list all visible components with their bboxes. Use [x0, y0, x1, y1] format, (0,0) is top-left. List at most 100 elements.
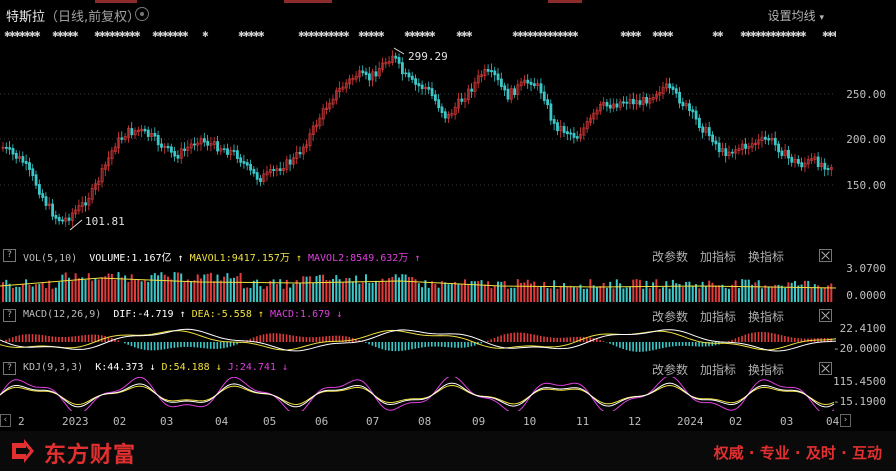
macd-bar	[384, 342, 387, 351]
event-marker: ✱	[429, 30, 436, 39]
volume-bar	[698, 288, 701, 302]
close-icon[interactable]	[819, 309, 832, 322]
volume-bar	[589, 279, 592, 302]
scroll-left-button[interactable]: ‹	[0, 414, 11, 427]
volume-bar	[153, 273, 156, 302]
date-label: 08	[418, 415, 432, 428]
volume-bar	[757, 280, 760, 302]
volume-bar	[120, 277, 123, 302]
event-marker: ✱	[134, 30, 141, 39]
volume-bar	[365, 274, 367, 302]
macd-bar	[209, 342, 212, 349]
params-button[interactable]: 改参数	[652, 310, 688, 324]
candlestick-chart[interactable]: ✱✱✱✱✱✱✱ ✱✱✱✱✱ ✱✱✱✱✱✱✱✱✱ ✱✱✱✱✱✱✱ ✱ ✱✱✱✱✱ ✱✱✱✱✱✱…	[0, 26, 836, 246]
params-button[interactable]: 改参数	[652, 363, 688, 377]
volume-bar	[394, 274, 397, 302]
add-indicator-button[interactable]: 加指标	[700, 310, 736, 324]
candle-body	[460, 98, 464, 102]
macd-bar	[18, 335, 21, 342]
candle-body	[8, 147, 12, 150]
volume-bar	[711, 282, 714, 302]
params-button[interactable]: 改参数	[652, 250, 688, 264]
macd-bar	[665, 342, 667, 348]
volume-bar	[506, 288, 509, 302]
candle-body	[249, 163, 253, 171]
arrow-up-icon: ↑	[179, 309, 186, 320]
candle-body	[120, 137, 124, 140]
volume-bar	[355, 275, 358, 302]
candle-body	[493, 70, 497, 76]
macd-bar	[655, 342, 657, 350]
macd-bar	[635, 342, 638, 352]
candle-body	[67, 217, 71, 221]
volume-bar	[761, 288, 763, 302]
candle-body	[767, 138, 771, 141]
candle-body	[417, 83, 421, 87]
add-indicator-button[interactable]: 加指标	[700, 363, 736, 377]
macd-bar	[490, 339, 492, 342]
macd-bar	[404, 342, 407, 351]
candle-body	[430, 88, 434, 96]
arrow-up-icon: ↑	[257, 309, 264, 320]
candle-body	[532, 83, 536, 86]
ma-setting-button[interactable]: 设置均线 ▾	[768, 7, 824, 24]
volume-bar	[503, 281, 506, 302]
add-indicator-button[interactable]: 加指标	[700, 250, 736, 264]
volume-bar	[401, 274, 404, 302]
macd-bar	[737, 337, 740, 342]
candle-body	[730, 151, 734, 154]
macd-bar	[401, 342, 403, 351]
candle-body	[57, 217, 61, 222]
help-icon[interactable]: ?	[3, 309, 16, 322]
volume-bar	[744, 279, 747, 302]
candle-body	[694, 110, 698, 120]
candle-body	[506, 88, 510, 100]
close-icon[interactable]	[819, 249, 832, 262]
macd-chart[interactable]	[0, 324, 836, 356]
stock-name: 特斯拉	[6, 10, 46, 25]
volume-bar	[609, 281, 612, 302]
candle-body	[714, 140, 718, 145]
ma-setting-label: 设置均线	[767, 9, 816, 23]
volume-bar	[691, 285, 694, 302]
candle-body	[826, 168, 830, 170]
candle-body	[226, 148, 229, 155]
swap-indicator-button[interactable]: 换指标	[748, 250, 784, 264]
volume-bar	[404, 274, 407, 302]
macd-bar	[685, 342, 687, 346]
candle-body	[701, 126, 705, 133]
help-icon[interactable]: ?	[3, 249, 16, 262]
close-icon[interactable]	[819, 362, 832, 375]
kdj-chart[interactable]	[0, 377, 836, 411]
macd-bar	[348, 337, 351, 342]
scroll-right-button[interactable]: ›	[840, 414, 851, 427]
candle-body	[773, 137, 777, 146]
macd-bar	[440, 342, 443, 347]
candle-body	[777, 143, 781, 153]
candle-body	[608, 104, 612, 109]
volume-bar	[424, 280, 427, 302]
volume-bar	[688, 281, 691, 302]
swap-indicator-button[interactable]: 换指标	[748, 363, 784, 377]
macd-bar	[391, 342, 393, 352]
swap-indicator-button[interactable]: 换指标	[748, 310, 784, 324]
macd-bar	[520, 332, 522, 342]
volume-bar	[510, 287, 513, 302]
macd-bar	[394, 342, 397, 352]
help-icon[interactable]: ?	[3, 362, 16, 375]
gear-icon[interactable]	[135, 7, 149, 21]
candle-body	[546, 99, 550, 106]
kdj-axis-label: -15.1900	[833, 395, 886, 408]
candle-body	[433, 94, 437, 101]
candle-body	[5, 146, 8, 149]
macd-bar	[487, 340, 489, 342]
volume-chart[interactable]	[0, 264, 836, 304]
event-marker: ✱	[466, 30, 473, 39]
volume-bar	[213, 281, 216, 302]
j-value: J:24.741	[227, 362, 276, 373]
kdj-indicator-values: KDJ(9,3,3) K:44.373 ↓ D:54.188 ↓ J:24.74…	[23, 362, 288, 373]
volume-bar	[236, 276, 239, 302]
candle-body	[437, 99, 441, 109]
candle-body	[681, 101, 685, 107]
volume-bar	[523, 282, 526, 302]
